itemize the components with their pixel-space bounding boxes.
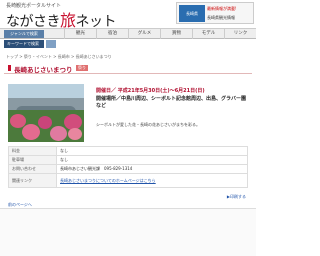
event-date: 開催日／ 平成21年5月30日(土)～6月21日(日) — [96, 88, 205, 94]
row-value-parking: なし — [56, 155, 248, 165]
keyword-search-label: キーワードで検索 — [4, 40, 44, 48]
breadcrumb[interactable]: トップ > 祭り・イベント > 長崎市 > 長崎あじさいまつり — [6, 54, 112, 60]
row-value-contact: 長崎市あじさい観光課 095-829-1314 — [56, 164, 248, 174]
banner-line-2: 長崎県観光情報 — [207, 15, 235, 20]
nav-item-shopping[interactable]: 買物 — [160, 29, 192, 39]
row-label-contact: お問い合わせ — [8, 164, 57, 174]
banner-line-1: 最新情報が満載! — [207, 6, 237, 11]
site-header: 長崎観光ポータルサイト ながさき旅ネット 長崎県 最新情報が満載! 長崎県観光情… — [0, 0, 256, 30]
row-label-parking: 駐車場 — [8, 155, 57, 165]
event-place: 開催場所／中島川周辺、シーボルト記念館周辺、出島、グラバー園など — [96, 96, 246, 109]
row-label-related-link: 関連リンク — [8, 173, 57, 188]
page-footer — [0, 208, 256, 256]
print-link[interactable]: ▶印刷する — [227, 194, 246, 200]
hydrangea-flower — [22, 124, 40, 140]
nav-item-stay[interactable]: 宿泊 — [96, 29, 128, 39]
table-row: 料金 なし — [8, 146, 248, 156]
genre-search-button[interactable]: ジャンルで検索 — [4, 30, 44, 38]
nav-item-gourmet[interactable]: グルメ — [128, 29, 160, 39]
global-nav: ジャンルで検索 観光 宿泊 グルメ 買物 モデル リンク — [0, 28, 256, 39]
row-label-fee: 料金 — [8, 146, 57, 156]
header-banner[interactable]: 長崎県 最新情報が満載! 長崎県観光情報 — [176, 2, 254, 24]
nav-item-model[interactable]: モデル — [192, 29, 224, 39]
hydrangea-flower — [50, 126, 67, 141]
event-info-table: 料金 なし 駐車場 なし お問い合わせ 長崎市あじさい観光課 095-829-1… — [8, 146, 248, 188]
banner-tag: 長崎県 — [179, 5, 205, 22]
table-row: 関連リンク 長崎あじさいまつりについてのホームページはこちら — [8, 173, 248, 188]
table-row: 駐車場 なし — [8, 155, 248, 165]
event-photo — [8, 84, 84, 142]
page-title-bar: 長崎あじさいまつり 祭り — [4, 62, 252, 74]
title-marker-icon — [8, 65, 11, 71]
nav-items: 観光 宿泊 グルメ 買物 モデル リンク — [64, 29, 256, 39]
nav-item-links[interactable]: リンク — [224, 29, 256, 39]
category-badge: 祭り — [76, 65, 88, 71]
hydrangea-flower — [68, 128, 82, 140]
related-homepage-link[interactable]: 長崎あじさいまつりについてのホームページはこちら — [60, 178, 156, 183]
nav-item-sightseeing[interactable]: 観光 — [64, 29, 96, 39]
event-description: シーボルトが愛した花・長崎の花あじさいがまちを彩る。 — [96, 122, 200, 127]
page-title: 長崎あじさいまつり — [14, 66, 73, 74]
row-value-fee: なし — [56, 146, 248, 156]
hydrangea-flower — [38, 116, 52, 129]
row-value-related-link: 長崎あじさいまつりについてのホームページはこちら — [56, 173, 248, 188]
search-button[interactable] — [46, 40, 56, 48]
table-row: お問い合わせ 長崎市あじさい観光課 095-829-1314 — [8, 164, 248, 174]
